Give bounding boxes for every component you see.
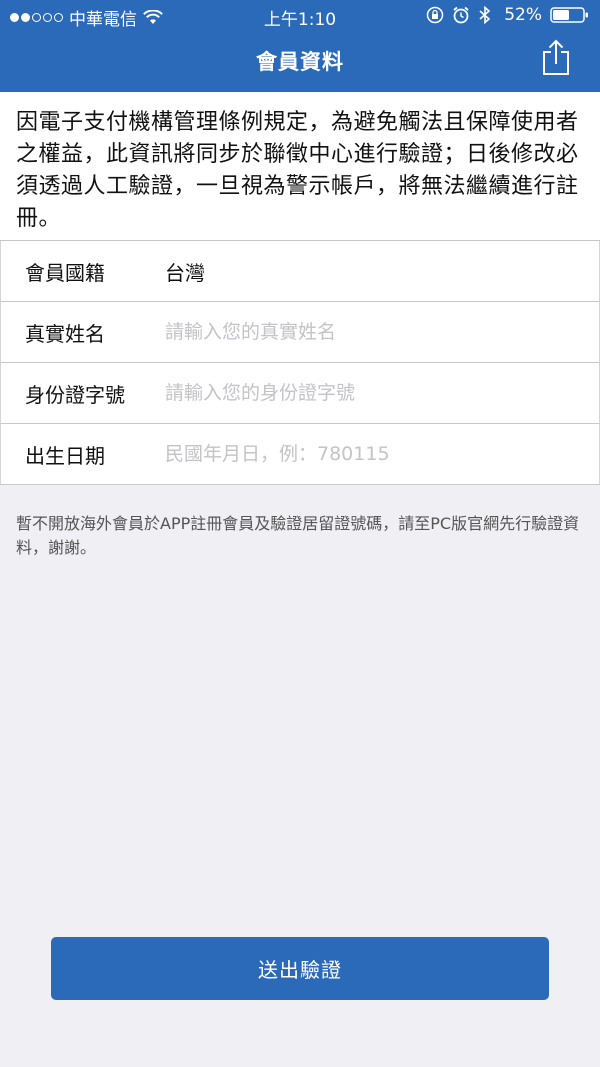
notice-text: 因電子支付機構管理條例規定，為避免觸法且保障使用者之權益，此資訊將同步於聯徵中心… [16,110,579,231]
share-icon [541,39,571,81]
id-number-row: 身份證字號 [0,363,600,424]
alarm-icon [452,6,470,24]
birth-date-label: 出生日期 [25,443,105,468]
nationality-row: 會員國籍 台灣 [0,241,600,302]
id-number-label: 身份證字號 [25,382,125,407]
id-number-input[interactable] [141,363,599,423]
real-name-label: 真實姓名 [25,321,105,346]
overseas-footnote: 暫不開放海外會員於APP註冊會員及驗證居留證號碼，請至PC版官網先行驗證資料，謝… [16,514,580,557]
nationality-label: 會員國籍 [25,260,105,285]
status-bar: 中華電信 上午1:10 52% [0,0,600,32]
header: 中華電信 上午1:10 52% 會員資料 [0,0,600,92]
birth-date-row: 出生日期 [0,424,600,485]
battery-percent: 52% [504,5,542,25]
verification-notice: 因電子支付機構管理條例規定，為避免觸法且保障使用者之權益，此資訊將同步於聯徵中心… [0,92,600,240]
birth-date-input[interactable] [141,424,599,484]
battery-icon [550,6,590,24]
real-name-row: 真實姓名 [0,302,600,363]
nav-bar: 會員資料 [0,32,600,92]
member-info-screen: 中華電信 上午1:10 52% 會員資料 因電子支付機構管理條例規定，為避免觸法… [0,0,600,1067]
bluetooth-icon [478,5,496,25]
nationality-value: 台灣 [165,260,205,285]
member-form: 會員國籍 台灣 真實姓名 身份證字號 出生日期 [0,240,600,485]
submit-verification-button[interactable]: 送出驗證 [51,937,549,1000]
status-right: 52% [426,5,590,25]
real-name-input[interactable] [141,302,599,362]
page-title: 會員資料 [256,50,344,74]
share-button[interactable] [538,38,574,82]
rotation-lock-icon [426,6,444,24]
